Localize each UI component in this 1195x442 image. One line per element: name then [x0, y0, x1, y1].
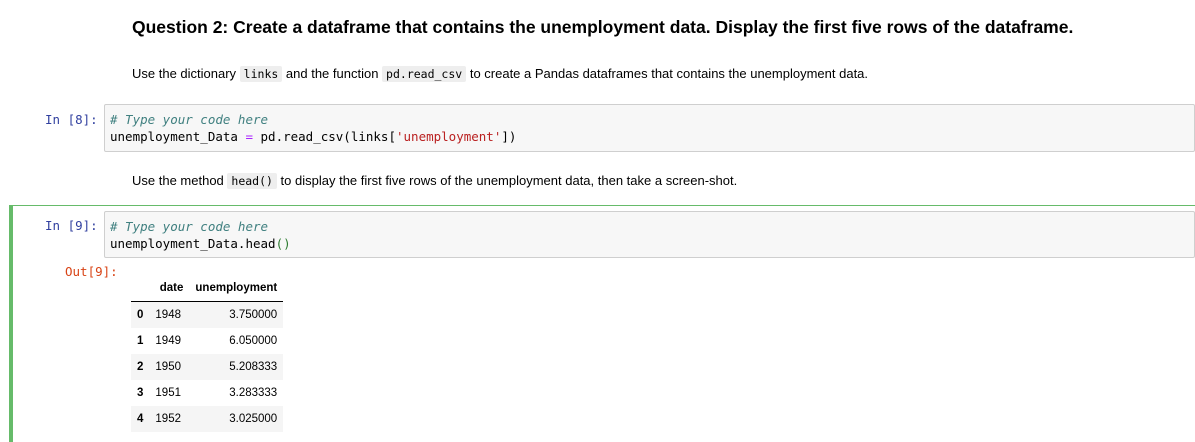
index-header	[131, 275, 150, 302]
table-header-row: date unemployment	[131, 275, 284, 302]
code-cell-input[interactable]: # Type your code here unemployment_Data.…	[104, 211, 1195, 258]
instruction-text-2: Use the method head() to display the fir…	[132, 173, 738, 189]
instruction-text-part: to create a Pandas dataframes that conta…	[466, 66, 869, 81]
input-prompt: In [8]:	[45, 112, 98, 127]
code-paren: ()	[275, 236, 291, 251]
dataframe-output: date unemployment 0 1948 3.750000 1 1949 6.05…	[131, 275, 284, 432]
question-heading: Question 2: Create a dataframe that cont…	[132, 17, 1074, 37]
column-header-date: date	[149, 275, 190, 302]
code-token: ])	[501, 129, 517, 144]
code-token: unemployment_Data.head	[110, 236, 276, 251]
row-index: 1	[137, 335, 144, 347]
row-index: 3	[137, 387, 144, 399]
table-row: 0 1948 3.750000	[131, 301, 284, 328]
instruction-text-part: Use the dictionary	[132, 66, 240, 81]
inline-code: links	[239, 66, 283, 82]
instruction-text-part: and the function	[282, 66, 383, 81]
cell-unemployment: 3.283333	[229, 387, 278, 399]
cell-date: 1949	[155, 335, 181, 347]
code-comment: # Type your code here	[110, 219, 269, 234]
inline-code: pd.read_csv	[382, 66, 467, 82]
cell-date: 1948	[155, 309, 181, 321]
cell-unemployment: 3.025000	[229, 413, 278, 425]
row-index: 2	[137, 361, 144, 373]
instruction-text-1: Use the dictionary links and the functio…	[132, 66, 869, 82]
code-operator: =	[245, 129, 253, 144]
output-prompt: Out[9]:	[65, 264, 118, 279]
instruction-text-part: Use the method	[132, 173, 228, 188]
cell-date: 1950	[155, 361, 181, 373]
table-row: 1 1949 6.050000	[131, 328, 283, 354]
code-cell-input[interactable]: # Type your code here unemployment_Data …	[104, 104, 1195, 152]
cell-date: 1952	[155, 413, 181, 425]
cell-unemployment: 5.208333	[229, 361, 278, 373]
code-string: 'unemployment'	[396, 129, 502, 144]
code-line: unemployment_Data = pd.read_csv(links['u…	[110, 128, 516, 145]
selected-cell-border	[13, 205, 1195, 206]
cell-unemployment: 3.750000	[229, 309, 278, 321]
cell-date: 1951	[155, 387, 181, 399]
code-token: unemployment_Data	[110, 129, 246, 144]
dataframe-table: date unemployment 0 1948 3.750000 1 1949 6.05…	[131, 275, 284, 432]
code-comment: # Type your code here	[110, 112, 269, 127]
selected-cell-indicator	[9, 205, 13, 442]
input-prompt: In [9]:	[45, 218, 98, 233]
inline-code: head()	[227, 173, 277, 189]
table-body: 0 1948 3.750000 1 1949 6.050000 2 1950 5.208333 3…	[131, 301, 284, 432]
cell-unemployment: 6.050000	[229, 335, 278, 347]
table-row: 4 1952 3.025000	[131, 406, 284, 432]
row-index: 0	[137, 309, 144, 321]
column-header-unemployment: unemployment	[189, 275, 284, 302]
code-line: unemployment_Data.head()	[110, 235, 291, 252]
table-row: 2 1950 5.208333	[131, 354, 284, 380]
row-index: 4	[137, 413, 144, 425]
table-row: 3 1951 3.283333	[131, 380, 283, 406]
code-token: pd.read_csv(links[	[253, 129, 396, 144]
code-line: # Type your code here	[110, 218, 268, 235]
code-line: # Type your code here	[110, 111, 268, 128]
instruction-text-part: to display the first five rows of the un…	[276, 173, 738, 188]
